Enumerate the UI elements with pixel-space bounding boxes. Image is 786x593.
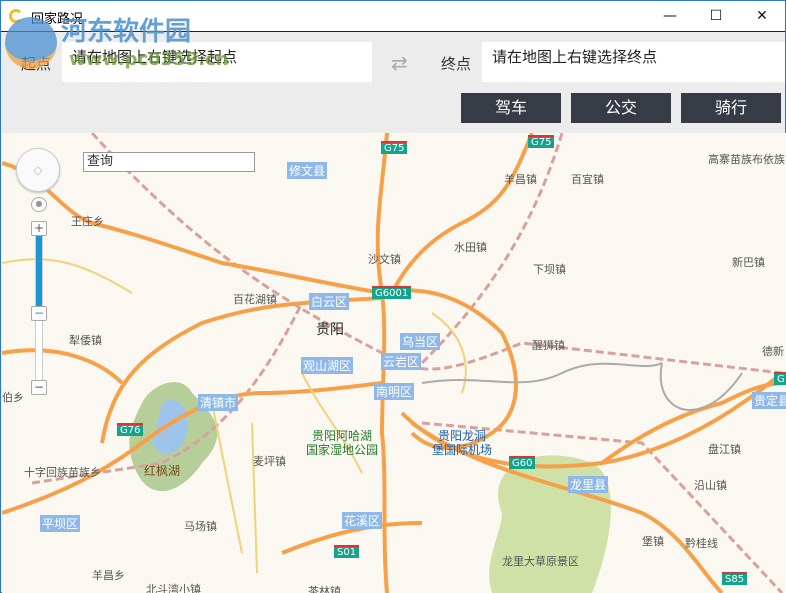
map-place-label: 沿山镇 bbox=[694, 479, 727, 492]
map-district-label: 观山湖区 bbox=[301, 357, 354, 374]
zoom-slider-fill bbox=[36, 236, 42, 311]
map-district-label: 平坝区 bbox=[40, 515, 81, 532]
map-place-label: 伯乡 bbox=[2, 391, 24, 404]
map-place-label: 马场镇 bbox=[184, 520, 217, 533]
end-label: 终点 bbox=[441, 55, 472, 73]
map-place-label: 王庄乡 bbox=[71, 215, 104, 228]
map-place-label: 水田镇 bbox=[454, 241, 487, 254]
map-place-label: 十字回族苗族乡 bbox=[24, 466, 101, 479]
maximize-button[interactable]: ☐ bbox=[693, 1, 739, 31]
map-place-label: 沙文镇 bbox=[368, 253, 401, 266]
app-window: 回家路况 — ☐ ✕ 起点 请在地图上右键选择起点 ⇄ 终点 请在地图上右键选择… bbox=[0, 0, 786, 593]
map-district-label: 龙里县 bbox=[568, 476, 609, 493]
map-place-label: 盘江镇 bbox=[708, 443, 741, 456]
map-highway-label: G bbox=[774, 372, 786, 385]
map-highway-label: S01 bbox=[334, 545, 360, 558]
map-place-label: 高寨苗族布依族 bbox=[708, 153, 785, 166]
map-highway-label: S85 bbox=[722, 572, 748, 585]
swap-icon[interactable]: ⇄ bbox=[391, 51, 408, 75]
zoom-reset-button[interactable]: ● bbox=[31, 197, 47, 212]
map-poi-label: 红枫湖 bbox=[144, 464, 181, 478]
map-place-label: 羊昌镇 bbox=[504, 173, 537, 186]
map-highway-label: G75 bbox=[528, 135, 555, 148]
map-search-input[interactable]: 查询 bbox=[83, 152, 255, 172]
map-poi-label: 贵阳龙洞 堡国际机场 bbox=[432, 429, 493, 457]
map-place-label: 龙里大草原景区 bbox=[502, 555, 579, 568]
map-highway-label: G76 bbox=[117, 423, 144, 436]
map-place-label: 百花湖镇 bbox=[233, 293, 277, 306]
map-highway-label: G6001 bbox=[372, 286, 412, 299]
map-district-label: 乌当区 bbox=[400, 333, 441, 350]
map-place-label: 黔桂线 bbox=[685, 537, 718, 550]
drive-button[interactable]: 驾车 bbox=[461, 93, 561, 123]
map-district-label: 贵定县 bbox=[752, 392, 786, 409]
map-place-label: 茶林镇 bbox=[308, 585, 341, 593]
pan-control[interactable]: ◇ bbox=[16, 148, 60, 192]
map-place-label: 百宜镇 bbox=[571, 173, 604, 186]
map-district-label: 花溪区 bbox=[342, 512, 383, 529]
watermark-name: 河东软件园 bbox=[61, 17, 192, 47]
map-place-label: 下坝镇 bbox=[533, 263, 566, 276]
map-place-label: 北斗湾小镇 bbox=[146, 583, 201, 593]
map-district-label: 修文县 bbox=[287, 162, 328, 179]
map-place-label: 醒狮镇 bbox=[532, 339, 565, 352]
map-place-label: 德新 bbox=[762, 345, 784, 358]
map-district-label: 白云区 bbox=[309, 293, 350, 310]
map-place-label: 麦坪镇 bbox=[253, 455, 286, 468]
map-canvas[interactable]: ◇ ● + − − 查询 贵阳 羊昌镇 百宜镇 高寨苗族布依族王庄乡沙文镇 水田镇下坝… bbox=[2, 133, 786, 593]
ride-button[interactable]: 骑行 bbox=[681, 93, 781, 123]
zoom-in-button[interactable]: + bbox=[31, 221, 47, 236]
map-highway-label: G75 bbox=[381, 141, 408, 154]
map-poi-label: 贵阳阿哈湖 国家湿地公园 bbox=[306, 429, 379, 457]
map-place-label: 堡镇 bbox=[642, 535, 664, 548]
city-label: 贵阳 bbox=[316, 322, 344, 338]
map-district-label: 南明区 bbox=[374, 383, 415, 400]
map-district-label: 云岩区 bbox=[381, 353, 422, 370]
bus-button[interactable]: 公交 bbox=[571, 93, 671, 123]
map-district-label: 清镇市 bbox=[198, 394, 239, 411]
minimize-button[interactable]: — bbox=[647, 1, 693, 31]
watermark-logo bbox=[5, 17, 57, 69]
end-input[interactable]: 请在地图上右键选择终点 bbox=[482, 42, 785, 82]
close-button[interactable]: ✕ bbox=[739, 1, 785, 31]
map-place-label: 犁倭镇 bbox=[69, 334, 102, 347]
map-place-label: 新巴镇 bbox=[732, 256, 765, 269]
zoom-slider-handle[interactable]: − bbox=[31, 306, 47, 321]
watermark-url: www.pc0359.cn bbox=[69, 49, 229, 70]
map-place-label: 羊昌乡 bbox=[92, 569, 125, 582]
zoom-out-button[interactable]: − bbox=[31, 380, 47, 395]
map-highway-label: G60 bbox=[509, 456, 536, 469]
